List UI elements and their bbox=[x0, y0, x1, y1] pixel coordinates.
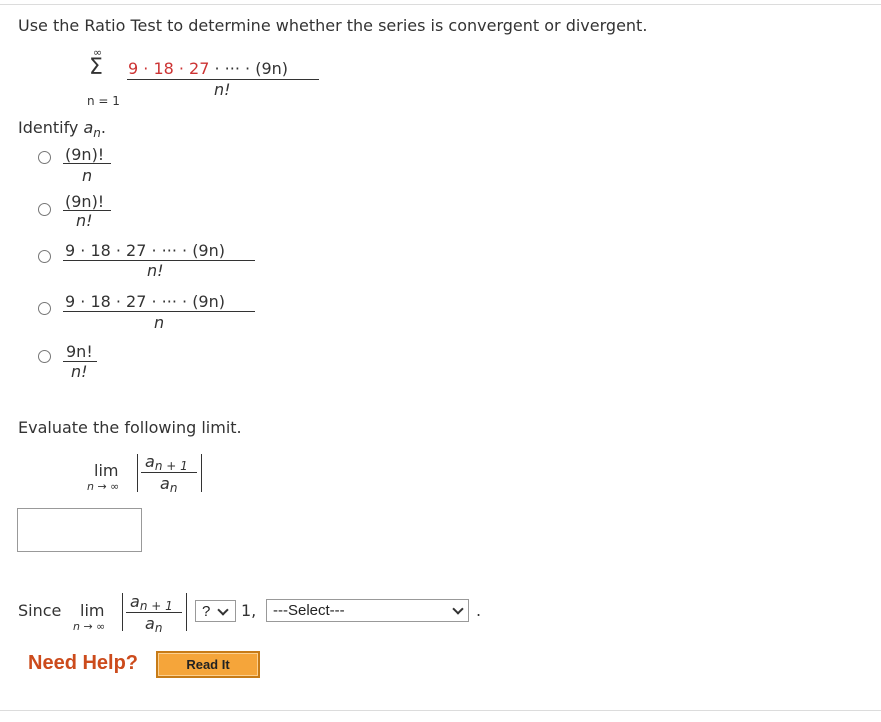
series-numerator: 9 · 18 · 27 · ··· · (9n) bbox=[128, 59, 288, 78]
limit-label: Evaluate the following limit. bbox=[18, 418, 242, 437]
option-4-bar bbox=[63, 311, 255, 312]
limit-fraction-bar bbox=[141, 472, 197, 473]
limit-denominator: an bbox=[160, 474, 178, 495]
option-3-radio[interactable] bbox=[38, 250, 51, 263]
series-numerator-red: 9 · 18 · 27 bbox=[128, 59, 210, 78]
since-fraction-bar bbox=[126, 612, 182, 613]
chevron-down-icon bbox=[452, 603, 464, 615]
lim-word: lim bbox=[94, 461, 119, 480]
option-2-radio[interactable] bbox=[38, 203, 51, 216]
abs-bar-left bbox=[137, 454, 138, 492]
abs-bar-right bbox=[201, 454, 202, 492]
limit-numerator: an + 1 bbox=[145, 452, 188, 473]
an-term: a bbox=[83, 118, 94, 137]
question-prompt: Use the Ratio Test to determine whether … bbox=[18, 16, 648, 35]
option-5-denominator: n! bbox=[71, 362, 88, 381]
option-5-radio[interactable] bbox=[38, 350, 51, 363]
since-numerator: an + 1 bbox=[130, 592, 173, 613]
series-denominator: n! bbox=[214, 80, 231, 99]
chevron-down-icon bbox=[217, 604, 229, 616]
option-1-bar bbox=[63, 163, 111, 164]
since-label: Since bbox=[18, 601, 62, 620]
top-divider bbox=[0, 4, 881, 5]
read-it-button[interactable]: Read It bbox=[156, 651, 260, 678]
sentence-period: . bbox=[476, 601, 482, 620]
series-numerator-rest: · ··· · (9n) bbox=[209, 59, 289, 78]
an-sub: n bbox=[93, 126, 101, 140]
option-1-denominator: n bbox=[82, 166, 93, 185]
since-abs-bar-right bbox=[186, 593, 187, 631]
since-denominator: an bbox=[145, 614, 163, 635]
option-5-numerator: 9n! bbox=[66, 342, 93, 361]
since-abs-bar-left bbox=[122, 593, 123, 631]
lim-subscript: n → ∞ bbox=[87, 480, 120, 493]
series-lower-limit: n = 1 bbox=[87, 94, 120, 108]
option-2-denominator: n! bbox=[76, 211, 93, 230]
option-4-radio[interactable] bbox=[38, 302, 51, 315]
since-lim-word: lim bbox=[80, 601, 105, 620]
bottom-divider bbox=[0, 710, 881, 711]
option-4-denominator: n bbox=[154, 313, 165, 332]
option-1-radio[interactable] bbox=[38, 151, 51, 164]
limit-answer-input[interactable] bbox=[17, 508, 142, 552]
option-2-numerator: (9n)! bbox=[65, 192, 105, 211]
identify-label: Identify an. bbox=[18, 118, 106, 140]
comparison-select[interactable]: ? bbox=[195, 600, 236, 622]
option-3-denominator: n! bbox=[147, 261, 164, 280]
option-3-numerator: 9 · 18 · 27 · ··· · (9n) bbox=[65, 241, 225, 260]
comparison-value: 1, bbox=[241, 601, 257, 620]
sigma-symbol: Σ bbox=[89, 55, 103, 80]
conclusion-select[interactable]: ---Select--- bbox=[266, 599, 469, 622]
option-4-numerator: 9 · 18 · 27 · ··· · (9n) bbox=[65, 292, 225, 311]
need-help-label: Need Help? bbox=[28, 652, 139, 674]
since-lim-subscript: n → ∞ bbox=[73, 620, 106, 633]
option-1-numerator: (9n)! bbox=[65, 145, 105, 164]
